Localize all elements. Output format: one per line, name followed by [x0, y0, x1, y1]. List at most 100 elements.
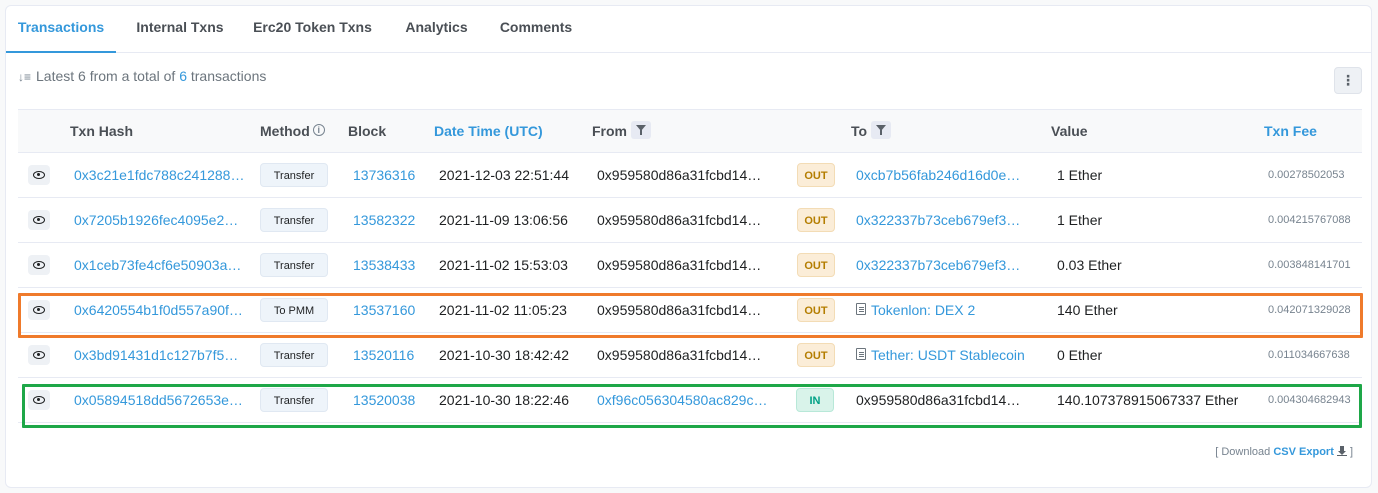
block-link[interactable]: 13582322: [353, 198, 415, 242]
txn-value: 140 Ether: [1057, 302, 1118, 318]
txn-fee: 0.042071329028: [1268, 304, 1351, 316]
col-txn-fee[interactable]: Txn Fee: [1264, 110, 1317, 152]
footer-suffix: ]: [1349, 446, 1353, 458]
to-address-cell: 0x322337b73ceb679ef3…: [856, 243, 1036, 287]
col-block: Block: [348, 123, 387, 139]
tab-transactions[interactable]: Transactions: [6, 6, 116, 53]
txn-value: 140.107378915067337 Ether: [1057, 392, 1239, 408]
summary-count[interactable]: 6: [179, 68, 187, 84]
eye-icon: [33, 306, 45, 314]
view-details-button[interactable]: [28, 210, 50, 230]
table-row: 0x3c21e1fdc788c241288… Transfer 13736316 20…: [18, 153, 1362, 198]
col-from-label: From: [592, 123, 627, 139]
txn-fee: 0.011034667638: [1268, 349, 1350, 361]
method-badge: Transfer: [260, 208, 328, 232]
view-details-button[interactable]: [28, 165, 50, 185]
txn-hash-link[interactable]: 0x3bd91431d1c127b7f5…: [74, 333, 250, 377]
col-date-time[interactable]: Date Time (UTC): [434, 110, 543, 152]
eye-icon: [33, 216, 45, 224]
to-address[interactable]: Tokenlon: DEX 2: [871, 302, 975, 318]
method-badge: Transfer: [260, 253, 328, 277]
txn-datetime: 2021-11-09 13:06:56: [439, 212, 568, 228]
eye-icon: [33, 171, 45, 179]
from-address[interactable]: 0xf96c056304580ac829c…: [597, 378, 773, 422]
sort-desc-icon: ↓≡: [18, 70, 32, 84]
col-txn-hash: Txn Hash: [70, 123, 134, 139]
direction-badge: OUT: [797, 163, 835, 187]
txn-value: 0.03 Ether: [1057, 257, 1122, 273]
block-link[interactable]: 13537160: [353, 288, 415, 332]
txn-datetime: 2021-12-03 22:51:44: [439, 167, 569, 183]
col-to: To: [851, 110, 892, 152]
txn-hash-link[interactable]: 0x6420554b1f0d557a90f…: [74, 288, 250, 332]
method-badge: Transfer: [260, 343, 328, 367]
txn-value: 1 Ether: [1057, 212, 1103, 228]
direction-badge: OUT: [797, 343, 835, 367]
txn-hash-link[interactable]: 0x1ceb73fe4cf6e50903a…: [74, 243, 250, 287]
txn-hash-link[interactable]: 0x7205b1926fec4095e2…: [74, 198, 250, 242]
txn-datetime: 2021-11-02 11:05:23: [439, 302, 567, 318]
view-details-button[interactable]: [28, 390, 50, 410]
col-method-label: Method: [260, 123, 310, 139]
more-options-button[interactable]: ⋮: [1334, 67, 1362, 94]
tab-comments[interactable]: Comments: [490, 6, 582, 53]
csv-export-link[interactable]: CSV Export: [1273, 446, 1334, 458]
tab-internal-txns[interactable]: Internal Txns: [119, 6, 241, 53]
to-address[interactable]: 0xcb7b56fab246d16d0e…: [856, 167, 1020, 183]
view-details-button[interactable]: [28, 300, 50, 320]
txn-fee: 0.00278502053: [1268, 169, 1345, 181]
csv-export-footer: [ Download CSV Export ]: [1215, 446, 1353, 458]
block-link[interactable]: 13538433: [353, 243, 415, 287]
to-address-cell: 0x322337b73ceb679ef3…: [856, 198, 1036, 242]
table-header: Txn Hash Method i Block Date Time (UTC) F…: [18, 109, 1362, 153]
from-address: 0x959580d86a31fcbd14…: [597, 212, 762, 228]
to-address[interactable]: 0x322337b73ceb679ef3…: [856, 257, 1020, 273]
contract-icon: [856, 303, 866, 316]
tab-bar: Transactions Internal Txns Erc20 Token T…: [6, 6, 1371, 53]
txn-hash-link[interactable]: 0x05894518dd5672653e…: [74, 378, 250, 422]
block-link[interactable]: 13736316: [353, 153, 415, 197]
to-address-cell: 0x959580d86a31fcbd14…: [856, 378, 1036, 422]
to-address: 0x959580d86a31fcbd14…: [856, 392, 1021, 408]
block-link[interactable]: 13520116: [353, 333, 414, 377]
filter-icon[interactable]: [871, 121, 892, 140]
to-address[interactable]: 0x322337b73ceb679ef3…: [856, 212, 1020, 228]
more-vertical-icon: ⋮: [1341, 72, 1355, 88]
filter-icon[interactable]: [631, 121, 651, 140]
contract-icon: [856, 348, 866, 361]
method-badge: Transfer: [260, 163, 328, 187]
tab-analytics[interactable]: Analytics: [396, 6, 477, 53]
txn-value: 0 Ether: [1057, 347, 1103, 363]
from-address: 0x959580d86a31fcbd14…: [597, 257, 762, 273]
direction-badge: IN: [796, 388, 834, 412]
to-address-cell: Tether: USDT Stablecoin: [856, 333, 1036, 377]
footer-prefix: [ Download: [1215, 446, 1271, 458]
info-icon[interactable]: i: [312, 124, 325, 137]
eye-icon: [33, 351, 45, 359]
txn-value: 1 Ether: [1057, 167, 1103, 183]
to-address[interactable]: Tether: USDT Stablecoin: [871, 347, 1025, 363]
col-method: Method i: [260, 110, 325, 152]
txn-fee: 0.004304682943: [1268, 394, 1351, 406]
col-from: From: [592, 110, 651, 152]
txn-datetime: 2021-10-30 18:22:46: [439, 392, 569, 408]
table-row: 0x7205b1926fec4095e2… Transfer 13582322 202…: [18, 198, 1362, 243]
table-row: 0x3bd91431d1c127b7f5… Transfer 13520116 202…: [18, 333, 1362, 378]
summary-prefix: Latest 6 from a total of: [36, 68, 176, 84]
txn-summary: ↓≡ Latest 6 from a total of 6 transaction…: [18, 68, 266, 84]
txn-hash-link[interactable]: 0x3c21e1fdc788c241288…: [74, 153, 250, 197]
direction-badge: OUT: [797, 208, 835, 232]
block-link[interactable]: 13520038: [353, 378, 415, 422]
col-to-label: To: [851, 123, 868, 139]
txn-fee: 0.003848141701: [1268, 259, 1351, 271]
tab-erc20-token-txns[interactable]: Erc20 Token Txns: [246, 6, 379, 53]
table-row: 0x1ceb73fe4cf6e50903a… Transfer 13538433 20…: [18, 243, 1362, 288]
from-address: 0x959580d86a31fcbd14…: [597, 302, 762, 318]
txn-fee: 0.004215767088: [1268, 214, 1351, 226]
view-details-button[interactable]: [28, 345, 50, 365]
to-address-cell: 0xcb7b56fab246d16d0e…: [856, 153, 1036, 197]
to-address-cell: Tokenlon: DEX 2: [856, 288, 1036, 332]
txn-datetime: 2021-11-02 15:53:03: [439, 257, 568, 273]
txn-datetime: 2021-10-30 18:42:42: [439, 347, 569, 363]
view-details-button[interactable]: [28, 255, 50, 275]
